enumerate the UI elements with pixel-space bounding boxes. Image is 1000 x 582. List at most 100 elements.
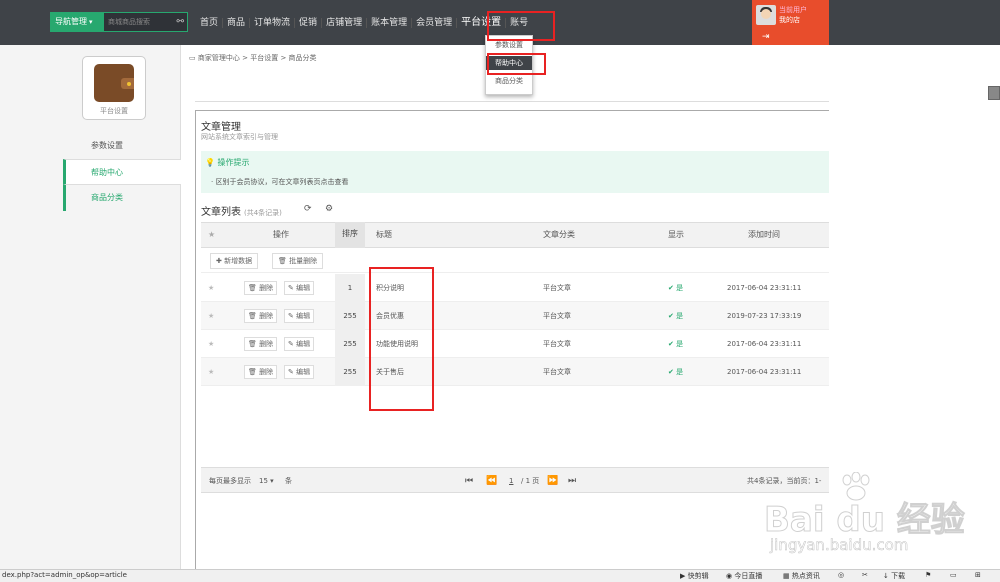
prev-page-icon[interactable]: ⏪ [486, 468, 497, 494]
breadcrumb-item[interactable]: 商家管理中心 [198, 54, 240, 62]
add-button[interactable]: ✚ 新增数据 [210, 253, 259, 269]
menu-store[interactable]: 店铺管理 [321, 17, 366, 28]
menu-ledger[interactable]: 账本管理 [366, 17, 411, 28]
table-row: ★ 🗑 删除 ✎ 编辑 255 会员优惠 平台文章 ✔ 是 2019-07-23… [201, 302, 829, 330]
download-icon: ↓ [883, 572, 889, 580]
bulk-delete-button[interactable]: 🗑 批量删除 [272, 253, 324, 269]
search-input[interactable]: 商城商品搜索 ⚯ [103, 12, 188, 32]
first-page-icon[interactable]: ⏮ [465, 468, 473, 494]
menu-orders[interactable]: 订单物流 [249, 17, 294, 28]
table-header: ★ 操作 标题 文章分类 显示 添加时间 [201, 222, 829, 248]
sidebar-item-categories[interactable]: 商品分类 [63, 185, 181, 211]
monitor-icon: ▭ [189, 54, 196, 62]
sidebar-item-params[interactable]: 参数设置 [63, 133, 181, 159]
delete-button[interactable]: 🗑 删除 [244, 365, 278, 379]
status-icon[interactable]: ✂ [862, 571, 868, 579]
nav-manage-button[interactable]: 导航管理 ▾ [50, 12, 103, 32]
status-item[interactable]: ↓ 下载 [883, 571, 905, 581]
menu-members[interactable]: 会员管理 [411, 17, 456, 28]
show-status: ✔ 是 [668, 312, 684, 320]
show-status: ✔ 是 [668, 368, 684, 376]
edit-button[interactable]: ✎ 编辑 [284, 309, 315, 323]
chevron-down-icon: ▾ [89, 18, 93, 26]
show-status: ✔ 是 [668, 340, 684, 348]
delete-button[interactable]: 🗑 删除 [244, 309, 278, 323]
table-row: ★ 🗑 删除 ✎ 编辑 255 关于售后 平台文章 ✔ 是 2017-06-04… [201, 358, 829, 386]
last-page-icon[interactable]: ⏭ [568, 468, 576, 494]
news-icon: ▦ [783, 572, 790, 580]
star-icon[interactable]: ★ [208, 274, 214, 302]
dropdown-item-params[interactable]: 参数设置 [486, 40, 532, 50]
star-icon[interactable]: ★ [208, 358, 214, 386]
table-toolbar: ✚ 新增数据 🗑 批量删除 [201, 249, 829, 273]
article-category: 平台文章 [543, 284, 571, 292]
added-time: 2019-07-23 17:33:19 [727, 312, 802, 320]
sidebar-item-help[interactable]: 帮助中心 [63, 159, 181, 185]
list-title: 文章列表 (共4条记录) [201, 207, 282, 218]
logo-label: 平台设置 [100, 107, 128, 115]
divider [195, 101, 829, 102]
lightbulb-icon: 💡 [205, 158, 215, 167]
table-row: ★ 🗑 删除 ✎ 编辑 1 积分说明 平台文章 ✔ 是 2017-06-04 2… [201, 274, 829, 302]
added-time: 2017-06-04 23:31:11 [727, 368, 802, 376]
watermark-logo: Bai du 经验 [764, 500, 966, 541]
edit-button[interactable]: ✎ 编辑 [284, 365, 315, 379]
breadcrumb-item[interactable]: 平台设置 [250, 54, 278, 62]
added-time: 2017-06-04 23:31:11 [727, 284, 802, 292]
scrollbar-thumb[interactable] [988, 86, 1000, 100]
logout-icon[interactable]: ⇥ [762, 32, 770, 42]
star-icon: ★ [208, 230, 216, 239]
tips-box: 💡 操作提示 · 区别于会员协议，可在文章列表页点击查看 [201, 151, 829, 193]
menu-home[interactable]: 首页 [196, 18, 222, 28]
edit-button[interactable]: ✎ 编辑 [284, 281, 315, 295]
highlight-titles [369, 267, 434, 411]
breadcrumb: ▭ 商家管理中心 > 平台设置 > 商品分类 [189, 54, 317, 62]
next-page-icon[interactable]: ⏩ [547, 468, 558, 494]
browser-status-bar: dex.php?act=admin_op&op=article ▶ 快剪辑 ◉ … [0, 569, 1000, 582]
wallet-icon [94, 64, 134, 102]
edit-button[interactable]: ✎ 编辑 [284, 337, 315, 351]
user-name: 当前用户 [779, 6, 807, 14]
status-icon[interactable]: ◎ [838, 571, 844, 579]
dropdown-item-categories[interactable]: 商品分类 [486, 76, 532, 86]
avatar [756, 5, 776, 25]
star-icon[interactable]: ★ [208, 302, 214, 330]
delete-button[interactable]: 🗑 删除 [244, 281, 278, 295]
main-menu: 首页 商品 订单物流 促销 店铺管理 账本管理 会员管理 平台设置 账号 [196, 0, 532, 45]
total-pages: / 1 页 [521, 477, 540, 485]
status-url: dex.php?act=admin_op&op=article [2, 571, 127, 579]
per-page-select[interactable]: 15 ▾ [259, 468, 274, 494]
menu-promotion[interactable]: 促销 [294, 17, 321, 28]
current-page[interactable]: 1 [509, 468, 513, 494]
settings-icon[interactable]: ⚙ [325, 204, 333, 214]
status-item[interactable]: ▶ 快剪辑 [680, 571, 709, 581]
added-time: 2017-06-04 23:31:11 [727, 340, 802, 348]
status-icon[interactable]: ▭ [950, 571, 957, 579]
star-icon[interactable]: ★ [208, 330, 214, 358]
sort-column-header[interactable]: 排序 [335, 222, 365, 248]
status-item[interactable]: ▦ 热点资讯 [783, 571, 820, 581]
user-panel[interactable]: 当前用户 我的店 ⇥ [752, 0, 829, 45]
live-icon: ◉ [726, 572, 733, 580]
page-title: 文章管理 [201, 122, 241, 133]
user-store-link[interactable]: 我的店 [779, 15, 800, 25]
platform-logo: 平台设置 [82, 56, 146, 120]
page-subtitle: 网站系统文章索引与管理 [201, 133, 278, 141]
binoculars-icon[interactable]: ⚯ [176, 13, 184, 31]
refresh-icon[interactable]: ⟳ [304, 204, 312, 214]
play-icon: ▶ [680, 572, 686, 580]
article-category: 平台文章 [543, 312, 571, 320]
delete-button[interactable]: 🗑 删除 [244, 337, 278, 351]
pager: 每页最多显示 15 ▾ 条 ⏮ ⏪ 1 / 1 页 ⏩ ⏭ 共4条记录，当前页：… [201, 467, 829, 493]
sort-value: 255 [335, 302, 365, 330]
highlight-platform-menu [487, 11, 555, 41]
menu-goods[interactable]: 商品 [222, 17, 249, 28]
sort-value: 1 [335, 274, 365, 302]
table-row: ★ 🗑 删除 ✎ 编辑 255 功能使用说明 平台文章 ✔ 是 2017-06-… [201, 330, 829, 358]
watermark-url: jingyan.baidu.com [770, 536, 909, 555]
status-icon[interactable]: ⊞ [975, 571, 981, 579]
article-category: 平台文章 [543, 340, 571, 348]
status-icon[interactable]: ⚑ [925, 571, 931, 579]
highlight-help-item [487, 53, 546, 75]
status-item[interactable]: ◉ 今日直播 [726, 571, 762, 581]
